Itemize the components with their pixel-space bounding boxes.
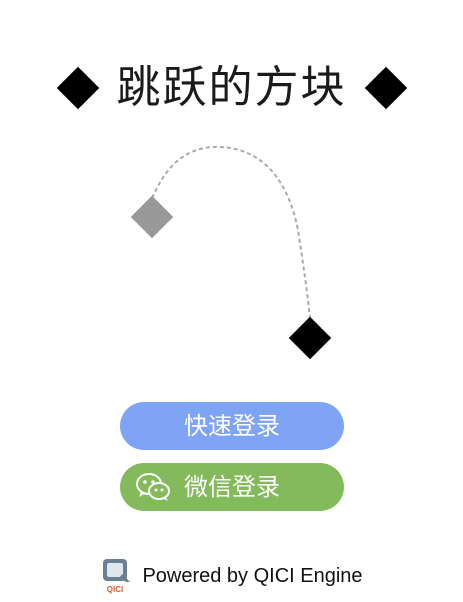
demo-scene [130, 145, 332, 360]
ghost-block [130, 195, 174, 239]
left-diamond-icon [56, 66, 99, 110]
wechat-icon [136, 473, 170, 501]
qici-engine-logo: QICI [103, 559, 131, 594]
quick-login-button[interactable]: 快速登录 [120, 402, 344, 450]
player-block [288, 316, 332, 360]
footer: QICI Powered by QICI Engine [0, 556, 463, 596]
powered-by-text: Powered by QICI Engine [142, 564, 363, 587]
wechat-login-label: 微信登录 [184, 473, 280, 501]
quick-login-label: 快速登录 [184, 412, 280, 440]
wechat-login-button[interactable]: 微信登录 [120, 463, 344, 511]
jump-trajectory [151, 145, 311, 319]
game-title: 跳跃的方块 [0, 56, 463, 120]
title-text: 跳跃的方块 [116, 62, 347, 113]
game-screen: 跳跃的方块 快速登录 微信登录 QICI Powered by QICI Eng… [0, 0, 463, 602]
right-diamond-icon [364, 66, 407, 110]
qici-logo-text: QICI [107, 585, 123, 594]
